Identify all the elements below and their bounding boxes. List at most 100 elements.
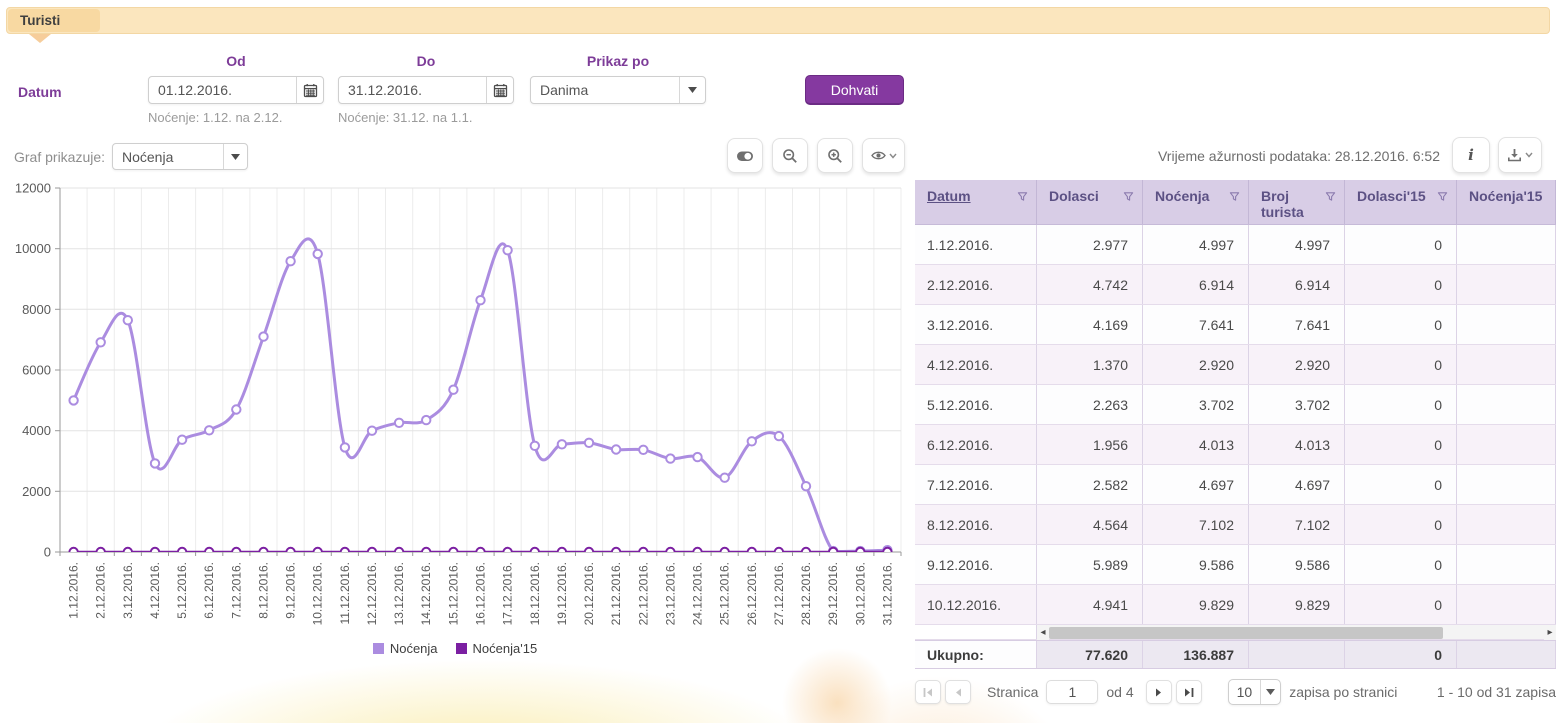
data-point[interactable]: [612, 548, 620, 556]
data-point[interactable]: [205, 426, 213, 434]
data-point[interactable]: [341, 443, 349, 451]
filter-icon[interactable]: [1325, 191, 1336, 202]
visibility-menu-button[interactable]: [862, 138, 905, 173]
data-point[interactable]: [639, 446, 647, 454]
data-point[interactable]: [666, 548, 674, 556]
column-header-broj-turista[interactable]: Broj turista: [1249, 180, 1345, 224]
table-row[interactable]: 2.12.2016.4.7426.9146.9140: [915, 265, 1556, 305]
data-point[interactable]: [205, 548, 213, 556]
data-point[interactable]: [693, 548, 701, 556]
data-point[interactable]: [259, 548, 267, 556]
data-point[interactable]: [449, 386, 457, 394]
data-point[interactable]: [802, 548, 810, 556]
data-point[interactable]: [314, 548, 322, 556]
data-point[interactable]: [97, 548, 105, 556]
filter-icon[interactable]: [1123, 191, 1134, 202]
zoom-out-button[interactable]: [772, 138, 808, 173]
table-row[interactable]: 7.12.2016.2.5824.6974.6970: [915, 465, 1556, 505]
data-point[interactable]: [531, 442, 539, 450]
data-point[interactable]: [558, 548, 566, 556]
tab-turisti[interactable]: Turisti: [8, 9, 100, 32]
data-point[interactable]: [368, 548, 376, 556]
page-size-select[interactable]: 10: [1228, 679, 1282, 705]
last-page-button[interactable]: [1176, 680, 1202, 704]
data-point[interactable]: [124, 316, 132, 324]
scroll-thumb[interactable]: [1049, 627, 1443, 639]
data-point[interactable]: [151, 548, 159, 556]
data-point[interactable]: [775, 548, 783, 556]
data-point[interactable]: [151, 459, 159, 467]
column-header-no-enja-15[interactable]: Noćenja'15: [1457, 180, 1556, 224]
data-point[interactable]: [286, 257, 294, 265]
data-point[interactable]: [612, 445, 620, 453]
data-point[interactable]: [368, 427, 376, 435]
legend-item-nocenja15[interactable]: Noćenja'15: [456, 641, 538, 656]
data-point[interactable]: [286, 548, 294, 556]
column-header-dolasci-15[interactable]: Dolasci'15: [1345, 180, 1457, 224]
filter-icon[interactable]: [1229, 191, 1240, 202]
data-point[interactable]: [422, 416, 430, 424]
data-point[interactable]: [558, 440, 566, 448]
data-point[interactable]: [97, 338, 105, 346]
data-point[interactable]: [232, 548, 240, 556]
data-point[interactable]: [503, 246, 511, 254]
data-point[interactable]: [666, 454, 674, 462]
graf-prikazuje-select[interactable]: Noćenja: [112, 143, 248, 170]
zoom-in-button[interactable]: [817, 138, 853, 173]
column-header-no-enja[interactable]: Noćenja: [1143, 180, 1249, 224]
data-point[interactable]: [639, 548, 647, 556]
previous-page-button[interactable]: [945, 680, 971, 704]
data-point[interactable]: [775, 432, 783, 440]
data-point[interactable]: [721, 474, 729, 482]
date-to-value[interactable]: 31.12.2016.: [339, 82, 486, 98]
data-point[interactable]: [503, 548, 511, 556]
date-from-value[interactable]: 01.12.2016.: [149, 82, 296, 98]
date-to-field[interactable]: 31.12.2016.: [338, 76, 514, 104]
data-point[interactable]: [395, 548, 403, 556]
toggle-series-button[interactable]: [727, 138, 763, 173]
data-point[interactable]: [341, 548, 349, 556]
table-row[interactable]: 10.12.2016.4.9419.8299.8290: [915, 585, 1556, 625]
download-menu-button[interactable]: [1498, 137, 1542, 173]
data-point[interactable]: [476, 548, 484, 556]
data-point[interactable]: [829, 548, 837, 556]
table-row[interactable]: 5.12.2016.2.2633.7023.7020: [915, 385, 1556, 425]
filter-icon[interactable]: [1017, 191, 1028, 202]
data-point[interactable]: [449, 548, 457, 556]
table-row[interactable]: 4.12.2016.1.3702.9202.9200: [915, 345, 1556, 385]
data-point[interactable]: [802, 482, 810, 490]
table-row[interactable]: 6.12.2016.1.9564.0134.0130: [915, 425, 1556, 465]
data-point[interactable]: [748, 437, 756, 445]
date-from-calendar-button[interactable]: [296, 77, 323, 103]
date-from-field[interactable]: 01.12.2016.: [148, 76, 324, 104]
prikaz-po-select[interactable]: Danima: [530, 76, 706, 104]
data-point[interactable]: [883, 548, 891, 556]
info-button[interactable]: i: [1452, 137, 1490, 173]
data-point[interactable]: [259, 332, 267, 340]
data-point[interactable]: [232, 405, 240, 413]
table-row[interactable]: 9.12.2016.5.9899.5869.5860: [915, 545, 1556, 585]
data-point[interactable]: [69, 548, 77, 556]
data-point[interactable]: [395, 419, 403, 427]
table-row[interactable]: 8.12.2016.4.5647.1027.1020: [915, 505, 1556, 545]
data-point[interactable]: [178, 548, 186, 556]
scroll-left-arrow[interactable]: ◂: [1037, 625, 1049, 640]
data-point[interactable]: [69, 396, 77, 404]
column-header-datum[interactable]: Datum: [915, 180, 1037, 224]
data-point[interactable]: [585, 439, 593, 447]
scrollbar-track[interactable]: ◂ ▸: [1037, 625, 1556, 639]
data-point[interactable]: [531, 548, 539, 556]
data-point[interactable]: [585, 548, 593, 556]
legend-item-nocenja[interactable]: Noćenja: [373, 641, 438, 656]
data-point[interactable]: [856, 548, 864, 556]
page-number-input[interactable]: [1046, 680, 1098, 704]
data-point[interactable]: [178, 436, 186, 444]
data-point[interactable]: [476, 296, 484, 304]
data-point[interactable]: [314, 250, 322, 258]
date-to-calendar-button[interactable]: [486, 77, 513, 103]
first-page-button[interactable]: [915, 680, 941, 704]
table-row[interactable]: 3.12.2016.4.1697.6417.6410: [915, 305, 1556, 345]
data-point[interactable]: [721, 548, 729, 556]
data-point[interactable]: [124, 548, 132, 556]
data-point[interactable]: [748, 548, 756, 556]
